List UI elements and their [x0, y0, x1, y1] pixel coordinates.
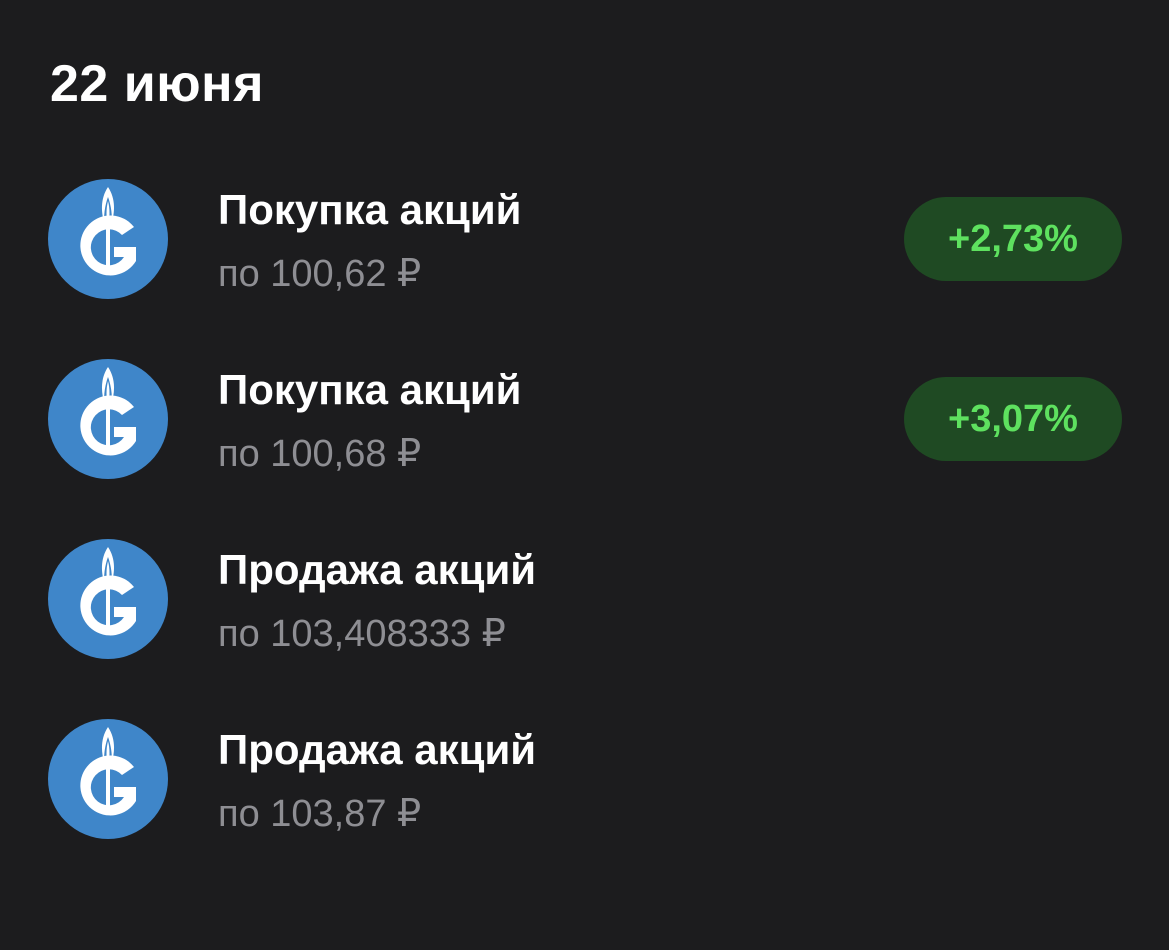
operation-title: Продажа акций — [218, 726, 537, 773]
operation-row[interactable]: Продажа акций по 103,87 ₽ — [0, 719, 1169, 849]
operation-row[interactable]: Продажа акций по 103,408333 ₽ — [0, 539, 1169, 669]
gazprom-logo-icon — [48, 719, 168, 839]
operation-title: Покупка акций — [218, 186, 522, 233]
change-badge: +3,07% — [904, 377, 1122, 461]
gazprom-logo-icon — [48, 359, 168, 479]
gazprom-logo-icon — [48, 179, 168, 299]
change-badge: +2,73% — [904, 197, 1122, 281]
operation-price: по 100,68 ₽ — [218, 433, 422, 475]
operation-price: по 103,408333 ₽ — [218, 613, 506, 655]
operation-price: по 103,87 ₽ — [218, 793, 422, 835]
operation-title: Покупка акций — [218, 366, 522, 413]
gazprom-logo-icon — [48, 539, 168, 659]
operation-row[interactable]: Покупка акций по 100,62 ₽ +2,73% — [0, 179, 1169, 309]
operation-row[interactable]: Покупка акций по 100,68 ₽ +3,07% — [0, 359, 1169, 489]
date-header: 22 июня — [50, 55, 264, 113]
operation-title: Продажа акций — [218, 546, 537, 593]
operation-price: по 100,62 ₽ — [218, 253, 422, 295]
